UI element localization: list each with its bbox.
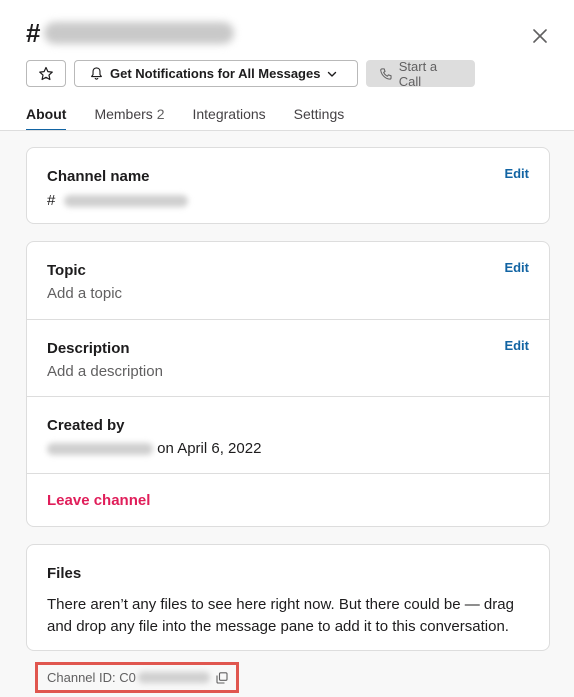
channel-name-value: # <box>47 191 529 211</box>
tab-integrations-label: Integrations <box>192 106 266 122</box>
tab-about-label: About <box>26 106 67 122</box>
created-date: on April 6, 2022 <box>157 440 262 457</box>
notifications-button-label: Get Notifications for All Messages <box>110 66 321 81</box>
notifications-button[interactable]: Get Notifications for All Messages <box>74 60 358 87</box>
topic-row[interactable]: Topic Add a topic Edit <box>27 242 549 319</box>
channel-title: # <box>26 18 235 48</box>
channel-tabs: About Members 2 Integrations Settings <box>26 106 372 131</box>
bell-icon <box>91 67 102 80</box>
phone-icon <box>380 67 392 80</box>
channel-id-footer: Channel ID: C0 <box>35 662 239 693</box>
files-empty-message: There aren’t any files to see here right… <box>47 596 514 635</box>
tab-settings[interactable]: Settings <box>294 106 345 131</box>
star-icon <box>39 66 53 80</box>
created-by-value: on April 6, 2022 <box>47 439 529 459</box>
channel-id-redacted <box>137 672 210 683</box>
tab-settings-label: Settings <box>293 106 345 122</box>
leave-channel-row: Leave channel <box>27 473 549 527</box>
chevron-down-icon <box>328 71 337 77</box>
edit-channel-name-link[interactable]: Edit <box>504 166 529 181</box>
close-icon <box>533 29 547 43</box>
creator-name-redacted <box>47 443 153 456</box>
tab-integrations[interactable]: Integrations <box>192 106 265 131</box>
topic-label: Topic <box>47 262 86 279</box>
edit-topic-link[interactable]: Edit <box>504 260 529 275</box>
files-card: Files There aren’t any files to see here… <box>26 544 550 651</box>
channel-actions: Get Notifications for All Messages Start… <box>26 58 475 89</box>
files-row: Files There aren’t any files to see here… <box>27 545 549 638</box>
channel-name-row: Channel name # Edit <box>27 148 549 211</box>
copy-channel-id-button[interactable] <box>216 671 228 684</box>
description-row[interactable]: Description Add a description Edit <box>27 319 549 396</box>
channel-hash-symbol: # <box>26 18 41 48</box>
start-call-label: Start a Call <box>398 58 438 89</box>
channel-name-card[interactable]: Channel name # Edit <box>26 147 550 224</box>
copy-icon <box>216 671 228 684</box>
created-by-row: Created by on April 6, 2022 <box>27 396 549 473</box>
channel-id-text: Channel ID: C0 <box>47 670 136 685</box>
start-call-button[interactable]: Start a Call <box>366 58 475 89</box>
tab-members-count: 2 <box>156 106 165 122</box>
topic-value: Add a topic <box>47 285 123 302</box>
tab-about[interactable]: About <box>26 106 67 131</box>
edit-description-link[interactable]: Edit <box>504 338 529 353</box>
close-button[interactable] <box>527 23 553 49</box>
star-channel-button[interactable] <box>26 60 66 87</box>
channel-name-redacted <box>63 195 188 208</box>
created-by-label: Created by <box>47 417 125 434</box>
channel-details-header: # Get Notifications for All Messages Sta… <box>0 0 574 131</box>
channel-details-card: Topic Add a topic Edit Description Add a… <box>26 241 550 527</box>
description-value: Add a description <box>47 363 163 380</box>
tab-members[interactable]: Members 2 <box>94 106 164 131</box>
channel-name-label: Channel name <box>47 168 150 185</box>
description-label: Description <box>47 340 130 357</box>
leave-channel-button[interactable]: Leave channel <box>47 492 150 509</box>
channel-name-hash: # <box>47 192 56 209</box>
channel-title-redacted <box>44 22 235 44</box>
files-label: Files <box>47 565 82 582</box>
tab-members-label: Members <box>94 106 153 122</box>
